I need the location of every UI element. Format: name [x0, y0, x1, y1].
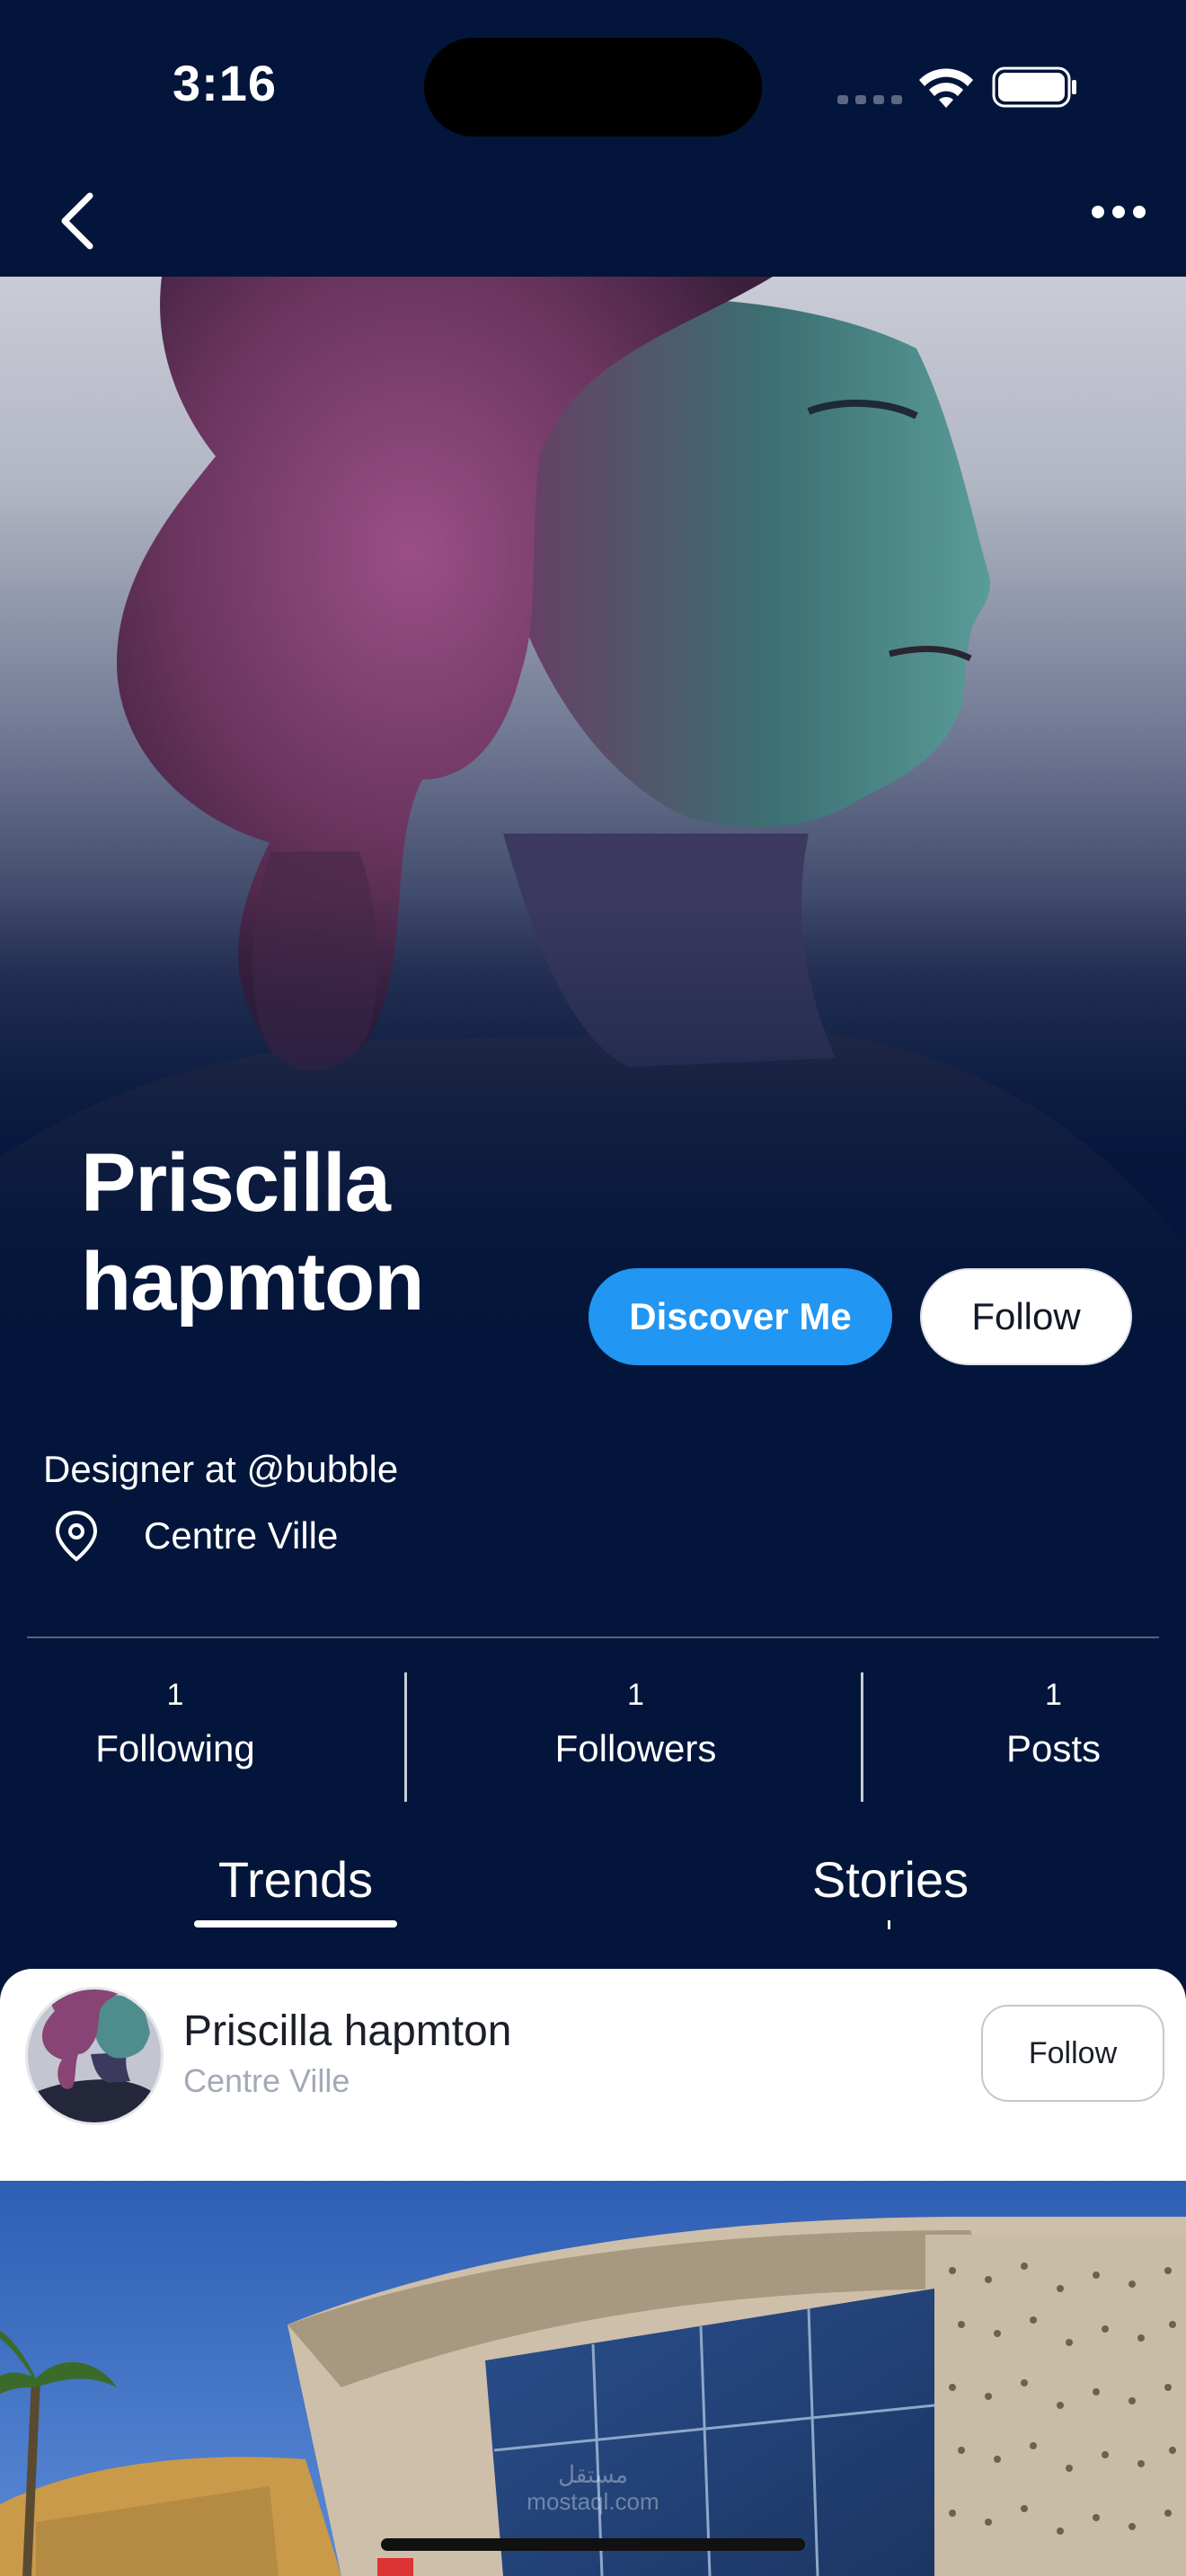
status-time: 3:16 — [172, 55, 278, 111]
stat-separator — [861, 1672, 863, 1802]
profile-name: Priscilla hapmton — [81, 1134, 620, 1331]
stat-following[interactable]: 1 Following — [54, 1672, 296, 1780]
back-chevron-icon[interactable] — [50, 185, 104, 257]
status-bar: 3:16 — [0, 0, 1186, 171]
stat-followers-count: 1 — [627, 1678, 644, 1712]
location-pin-icon — [55, 1510, 98, 1562]
post-author-name[interactable]: Priscilla hapmton — [183, 2007, 511, 2056]
post-author-location: Centre Ville — [183, 2062, 350, 2099]
tab-trends[interactable]: Trends — [194, 1850, 397, 1909]
profile-first-name: Priscilla — [81, 1137, 391, 1229]
follow-button[interactable]: Follow — [920, 1268, 1132, 1365]
watermark-arabic: مستقل — [558, 2461, 628, 2488]
profile-bio: Designer at @bubble — [43, 1448, 399, 1490]
profile-screen: 3:16 Priscilla hapmton Discover Me Follo… — [0, 0, 1186, 2576]
post-photo — [0, 2181, 1186, 2576]
stat-posts-count: 1 — [1045, 1678, 1062, 1712]
avatar[interactable] — [25, 1987, 164, 2125]
cellular-signal-icon — [837, 95, 902, 104]
home-indicator[interactable] — [381, 2538, 805, 2551]
stat-followers[interactable]: 1 Followers — [512, 1672, 759, 1780]
section-divider — [27, 1636, 1159, 1638]
post-image[interactable] — [0, 2181, 1186, 2576]
dynamic-island — [424, 38, 762, 137]
tab-indicator-tick — [888, 1920, 890, 1929]
profile-location-text: Centre Ville — [144, 1514, 339, 1557]
watermark-latin: mostaql.com — [527, 2488, 659, 2515]
watermark: مستقل mostaql.com — [512, 2461, 674, 2515]
stat-posts-label: Posts — [1005, 1727, 1102, 1769]
stat-following-count: 1 — [166, 1678, 184, 1712]
battery-icon — [992, 66, 1076, 108]
stat-separator — [404, 1672, 407, 1802]
avatar-image — [28, 1989, 161, 2122]
more-options-icon[interactable] — [1087, 194, 1150, 230]
tab-stories[interactable]: Stories — [791, 1850, 990, 1909]
profile-location: Centre Ville — [52, 1509, 338, 1563]
profile-last-name: hapmton — [81, 1236, 424, 1328]
stat-posts[interactable]: 1 Posts — [970, 1672, 1137, 1780]
discover-me-button[interactable]: Discover Me — [589, 1268, 892, 1365]
post-follow-button[interactable]: Follow — [981, 2005, 1164, 2102]
stat-following-label: Following — [95, 1727, 255, 1769]
wifi-icon — [919, 68, 973, 108]
active-tab-indicator — [194, 1920, 397, 1928]
stat-followers-label: Followers — [554, 1727, 717, 1769]
post-card: Priscilla hapmton Centre Ville Follow — [0, 1969, 1186, 2202]
